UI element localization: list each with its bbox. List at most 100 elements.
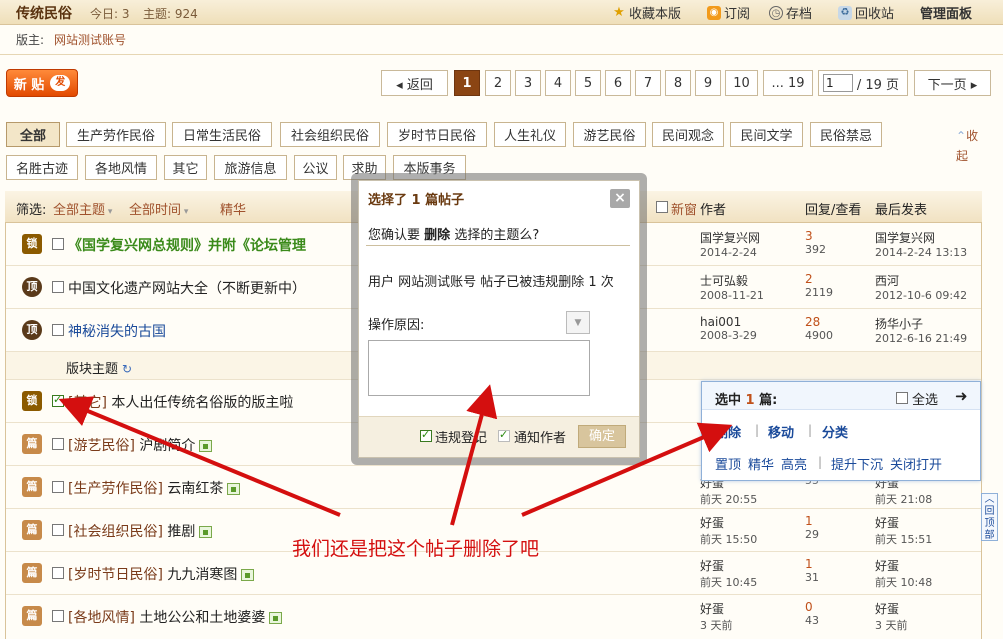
tag-daily-life[interactable]: 日常生活民俗 <box>172 122 272 147</box>
page-6[interactable]: 6 <box>605 70 631 96</box>
row-checkbox[interactable] <box>52 610 64 622</box>
tag-travel-info[interactable]: 旅游信息 <box>214 155 287 180</box>
archive-link[interactable]: ◷ 存档 <box>769 3 812 22</box>
close-open-action[interactable]: 关闭打开 <box>890 454 942 473</box>
thread-title[interactable]: 神秘消失的古国 <box>68 321 166 341</box>
thread-title[interactable]: 本人出任传统名俗版的版主啦 <box>111 395 293 411</box>
thread-title[interactable]: 土地公公和土地婆婆 <box>139 610 265 626</box>
row-checkbox[interactable] <box>52 524 64 536</box>
favorite-link[interactable]: ★ 收藏本版 <box>612 3 681 22</box>
thread-title[interactable]: 九九消寒图 <box>167 567 237 583</box>
new-post-button[interactable]: 新 贴发 <box>6 69 78 97</box>
row-checkbox[interactable] <box>52 481 64 493</box>
thread-title[interactable]: 推剧 <box>167 524 195 540</box>
page-8[interactable]: 8 <box>665 70 691 96</box>
row-checkbox[interactable] <box>52 238 64 250</box>
row-checkbox[interactable] <box>52 324 64 336</box>
arrow-right-icon[interactable]: ➜ <box>955 387 968 405</box>
collapse-tags-link[interactable]: ⌃收起 <box>956 126 986 166</box>
page-4[interactable]: 4 <box>545 70 571 96</box>
recycle-link[interactable]: ♻ 回收站 <box>838 3 894 22</box>
row-checkbox[interactable] <box>52 281 64 293</box>
divider: | <box>808 423 813 437</box>
reason-dropdown[interactable]: ▼ <box>566 311 590 334</box>
filter-digest-link[interactable]: 精华 <box>220 199 246 218</box>
page-last[interactable]: ... 19 <box>763 70 813 96</box>
image-icon <box>269 612 283 624</box>
tag-other[interactable]: 其它 <box>164 155 207 180</box>
notify-author-checkbox[interactable] <box>498 428 510 442</box>
tag-recreation[interactable]: 游艺民俗 <box>573 122 646 147</box>
thread-category[interactable]: [社会组织民俗] <box>68 524 163 540</box>
table-row: 篇 [各地风情] 土地公公和土地婆婆 <box>6 595 981 639</box>
tag-festivals[interactable]: 岁时节日民俗 <box>387 122 487 147</box>
page-2[interactable]: 2 <box>485 70 511 96</box>
thread-title[interactable]: 云南红茶 <box>167 481 223 497</box>
page-7[interactable]: 7 <box>635 70 661 96</box>
tag-life-rituals[interactable]: 人生礼仪 <box>494 122 566 147</box>
tag-folk-beliefs[interactable]: 民间观念 <box>652 122 724 147</box>
select-all-label[interactable]: 全选 <box>912 389 938 408</box>
row-checkbox[interactable] <box>52 567 64 579</box>
close-icon[interactable]: × <box>610 189 630 208</box>
tag-scenic-spots[interactable]: 名胜古迹 <box>6 155 78 180</box>
page-1[interactable]: 1 <box>454 70 480 96</box>
tag-taboos[interactable]: 民俗禁忌 <box>810 122 882 147</box>
selection-count: 选中 1 篇: <box>715 393 778 408</box>
thread-category[interactable]: [生产劳作民俗] <box>68 481 163 497</box>
reason-textarea[interactable] <box>368 340 590 396</box>
admin-panel-link[interactable]: 管理面板 <box>920 3 972 22</box>
subscribe-link[interactable]: ◉ 订阅 <box>707 3 750 22</box>
bump-sink-action[interactable]: 提升下沉 <box>831 454 883 473</box>
select-all-checkbox[interactable] <box>896 392 908 404</box>
highlight-action[interactable]: 高亮 <box>781 454 807 473</box>
page-9[interactable]: 9 <box>695 70 721 96</box>
violation-checkbox[interactable] <box>420 428 432 442</box>
thread-title[interactable]: 中国文化遗产网站大全（不断更新中） <box>68 278 306 298</box>
row-checkbox[interactable] <box>52 438 64 450</box>
thread-title-line: [岁时节日民俗] 九九消寒图 <box>68 564 255 584</box>
notify-author-label: 通知作者 <box>514 431 567 446</box>
thread-category[interactable]: [岁时节日民俗] <box>68 567 163 583</box>
classify-action[interactable]: 分类 <box>822 422 848 441</box>
thread-last-post: 扬华小子 2012-6-16 21:49 <box>875 317 968 345</box>
page-3[interactable]: 3 <box>515 70 541 96</box>
lock-icon: 锁 <box>22 391 42 411</box>
confirm-button[interactable]: 确定 <box>578 425 626 448</box>
dialog-question: 您确认要 删除 选择的主题么? <box>368 228 540 243</box>
thread-category[interactable]: [各地风情] <box>68 610 135 626</box>
refresh-icon[interactable]: ↻ <box>122 362 132 376</box>
digest-action[interactable]: 精华 <box>748 454 774 473</box>
topic-count: 主题: 924 <box>143 7 198 21</box>
moderator-name[interactable]: 网站测试账号 <box>54 31 126 48</box>
move-action[interactable]: 移动 <box>768 422 794 441</box>
page-input[interactable]: 1 <box>823 74 853 92</box>
pin-action[interactable]: 置顶 <box>715 454 741 473</box>
lock-icon: 锁 <box>22 234 42 254</box>
pager-back[interactable]: ◂ 返回 <box>381 70 448 96</box>
new-window-checkbox[interactable] <box>656 201 668 213</box>
tag-discussion[interactable]: 公议 <box>294 155 337 180</box>
thread-author: 好蛋 前天 15:50 <box>700 516 758 546</box>
thread-category[interactable]: [游艺民俗] <box>68 438 135 454</box>
filter-time-dropdown[interactable]: 全部时间 ▾ <box>129 199 188 218</box>
thread-author: 国学复兴网 2014-2-24 <box>700 231 761 259</box>
tag-folk-literature[interactable]: 民间文学 <box>730 122 803 147</box>
row-checkbox-checked[interactable] <box>52 393 64 407</box>
forum-title[interactable]: 传统民俗 <box>16 3 72 23</box>
tag-social-org[interactable]: 社会组织民俗 <box>280 122 380 147</box>
tag-all[interactable]: 全部 <box>6 122 60 147</box>
page-5[interactable]: 5 <box>575 70 601 96</box>
thread-title[interactable]: 沪剧简介 <box>139 438 195 454</box>
tag-production[interactable]: 生产劳作民俗 <box>66 122 166 147</box>
section-label: 版块主题 ↻ <box>66 362 133 377</box>
back-to-top-button[interactable]: ︿ 回顶部 <box>981 493 998 541</box>
thread-category[interactable]: [其它] <box>68 395 107 411</box>
tag-local-customs[interactable]: 各地风情 <box>85 155 157 180</box>
delete-action[interactable]: 删除 <box>715 422 741 441</box>
next-page-button[interactable]: 下一页 ▸ <box>914 70 991 96</box>
thread-title[interactable]: 《国学复兴网总规则》并附《论坛管理 <box>68 235 306 255</box>
filter-type-dropdown[interactable]: 全部主题 ▾ <box>53 199 112 218</box>
page-10[interactable]: 10 <box>725 70 758 96</box>
divider: | <box>818 455 823 469</box>
